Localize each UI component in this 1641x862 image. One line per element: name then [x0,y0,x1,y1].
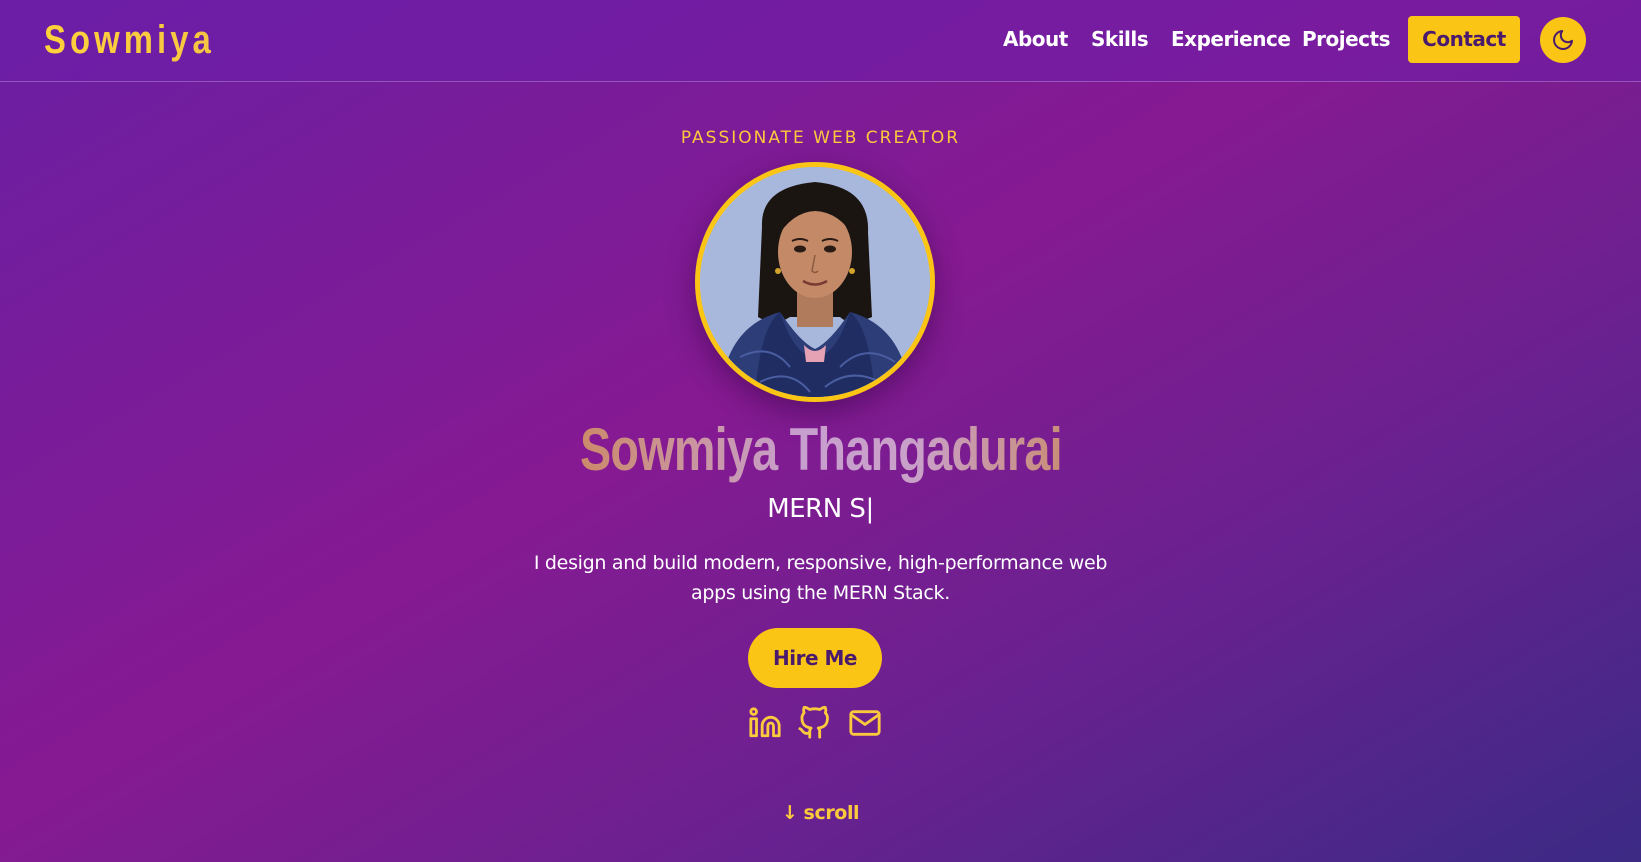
profile-photo [695,162,935,402]
mail-icon [849,710,881,736]
nav-link-skills[interactable]: Skills [1091,26,1149,52]
linkedin-link[interactable] [748,706,782,740]
hero-name-text: Sowmiya Thangadurai [579,416,1063,483]
nav-link-projects[interactable]: Projects [1302,26,1391,52]
hero-bio: I design and build modern, responsive, h… [533,552,1108,604]
github-link[interactable] [797,705,831,740]
logo[interactable]: Sowmiya [44,14,215,66]
moon-icon [1553,30,1573,50]
scroll-indicator[interactable]: ↓ scroll [0,802,1641,824]
nav-link-experience[interactable]: Experience [1171,26,1291,52]
nav-link-about[interactable]: About [1003,26,1068,52]
linkedin-icon [749,707,781,738]
navbar: Sowmiya About Skills Experience Projects… [0,0,1641,82]
contact-button[interactable]: Contact [1408,16,1520,63]
profile-photo-illustration [700,167,930,397]
email-link[interactable] [848,706,882,740]
theme-toggle-button[interactable] [1540,17,1586,63]
hire-me-button[interactable]: Hire Me [748,628,882,688]
hero-tagline: PASSIONATE WEB CREATOR [680,128,961,148]
github-icon [798,705,829,739]
hero-role: MERN S| [767,494,874,524]
hero-name: Sowmiya Thangadurai [0,415,1641,485]
